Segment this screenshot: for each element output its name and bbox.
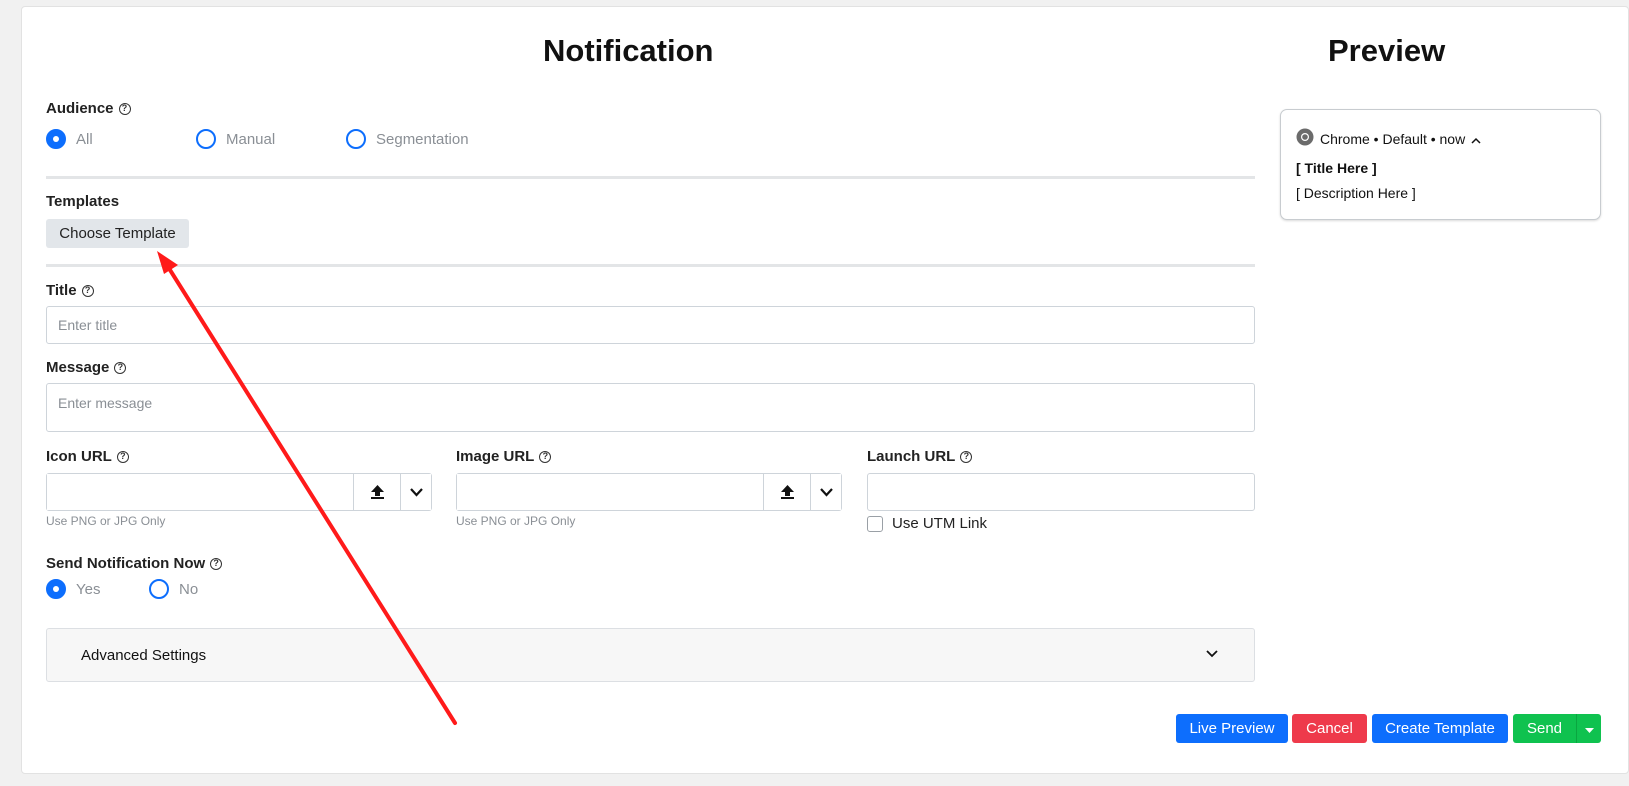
- upload-icon[interactable]: [763, 474, 810, 510]
- chevron-down-icon[interactable]: [810, 474, 841, 510]
- radio-label: No: [179, 580, 199, 598]
- launch-url-label: Launch URL: [867, 448, 956, 465]
- send-now-label-row: Send Notification Now ?: [46, 555, 223, 572]
- preview-title: [ Title Here ]: [1296, 160, 1377, 176]
- preview-description: [ Description Here ]: [1296, 185, 1416, 201]
- radio-label: All: [76, 130, 93, 148]
- radio-indicator[interactable]: [196, 129, 216, 149]
- utm-link-checkbox[interactable]: [867, 515, 883, 532]
- audience-radio-manual[interactable]: Manual: [196, 129, 346, 149]
- radio-indicator[interactable]: [46, 129, 66, 149]
- notification-heading: Notification: [543, 33, 714, 68]
- preview-browser-line: Chrome • Default • now: [1320, 130, 1466, 147]
- icon-url-label: Icon URL: [46, 448, 112, 465]
- send-options-button[interactable]: [1576, 714, 1601, 743]
- radio-label: Segmentation: [376, 130, 469, 148]
- audience-radio-group: All Manual Segmentation: [46, 129, 469, 149]
- icon-url-group: [46, 473, 432, 511]
- image-url-input[interactable]: [457, 474, 763, 510]
- image-url-label-row: Image URL ?: [456, 448, 552, 465]
- audience-label: Audience: [46, 100, 114, 117]
- launch-url-label-row: Launch URL ?: [867, 448, 973, 465]
- chevron-down-icon[interactable]: [400, 474, 431, 510]
- send-button[interactable]: Send: [1513, 714, 1576, 743]
- radio-indicator[interactable]: [149, 579, 169, 599]
- caret-down-icon: [1584, 728, 1594, 733]
- send-now-label: Send Notification Now: [46, 555, 206, 572]
- templates-label: Templates: [46, 193, 120, 210]
- launch-url-input[interactable]: [867, 473, 1255, 511]
- chrome-icon: [1296, 128, 1314, 149]
- help-icon[interactable]: ?: [116, 450, 129, 463]
- message-label-row: Message ?: [46, 359, 127, 376]
- choose-template-button[interactable]: Choose Template: [46, 219, 189, 248]
- preview-browser-line-row: Chrome • Default • now: [1296, 128, 1481, 149]
- chevron-down-icon[interactable]: [1206, 645, 1218, 663]
- radio-indicator[interactable]: [46, 579, 66, 599]
- section-divider: [46, 176, 1255, 179]
- upload-icon[interactable]: [353, 474, 400, 510]
- title-label: Title: [46, 282, 77, 299]
- help-icon[interactable]: ?: [539, 450, 552, 463]
- audience-radio-all[interactable]: All: [46, 129, 196, 149]
- help-icon[interactable]: ?: [118, 102, 131, 115]
- section-divider: [46, 264, 1255, 267]
- icon-url-label-row: Icon URL ?: [46, 448, 129, 465]
- icon-url-input[interactable]: [47, 474, 353, 510]
- help-icon[interactable]: ?: [960, 450, 973, 463]
- send-now-radio-group: Yes No: [46, 579, 198, 599]
- title-label-row: Title ?: [46, 282, 94, 299]
- utm-link-label[interactable]: Use UTM Link: [892, 515, 987, 532]
- live-preview-button[interactable]: Live Preview: [1176, 714, 1288, 743]
- audience-radio-segmentation[interactable]: Segmentation: [346, 129, 469, 149]
- preview-heading: Preview: [1328, 33, 1446, 68]
- image-url-group: [456, 473, 842, 511]
- title-input[interactable]: [46, 306, 1255, 344]
- create-template-button[interactable]: Create Template: [1372, 714, 1508, 743]
- icon-url-hint: Use PNG or JPG Only: [46, 514, 166, 528]
- radio-label: Manual: [226, 130, 276, 148]
- cancel-button[interactable]: Cancel: [1292, 714, 1367, 743]
- help-icon[interactable]: ?: [81, 284, 94, 297]
- image-url-hint: Use PNG or JPG Only: [456, 514, 576, 528]
- help-icon[interactable]: ?: [210, 557, 223, 570]
- advanced-settings-label: Advanced Settings: [81, 646, 207, 664]
- send-now-radio-yes[interactable]: Yes: [46, 579, 149, 599]
- message-label: Message: [46, 359, 110, 376]
- advanced-settings-toggle[interactable]: Advanced Settings: [46, 628, 1255, 682]
- audience-label-row: Audience ?: [46, 100, 131, 117]
- utm-link-row: Use UTM Link: [867, 515, 987, 532]
- chevron-up-icon[interactable]: [1471, 131, 1481, 147]
- help-icon[interactable]: ?: [114, 361, 127, 374]
- radio-label: Yes: [76, 580, 101, 598]
- send-now-radio-no[interactable]: No: [149, 579, 198, 599]
- image-url-label: Image URL: [456, 448, 535, 465]
- radio-indicator[interactable]: [346, 129, 366, 149]
- message-input[interactable]: [46, 383, 1255, 432]
- notification-preview-card: Chrome • Default • now [ Title Here ] [ …: [1280, 109, 1601, 220]
